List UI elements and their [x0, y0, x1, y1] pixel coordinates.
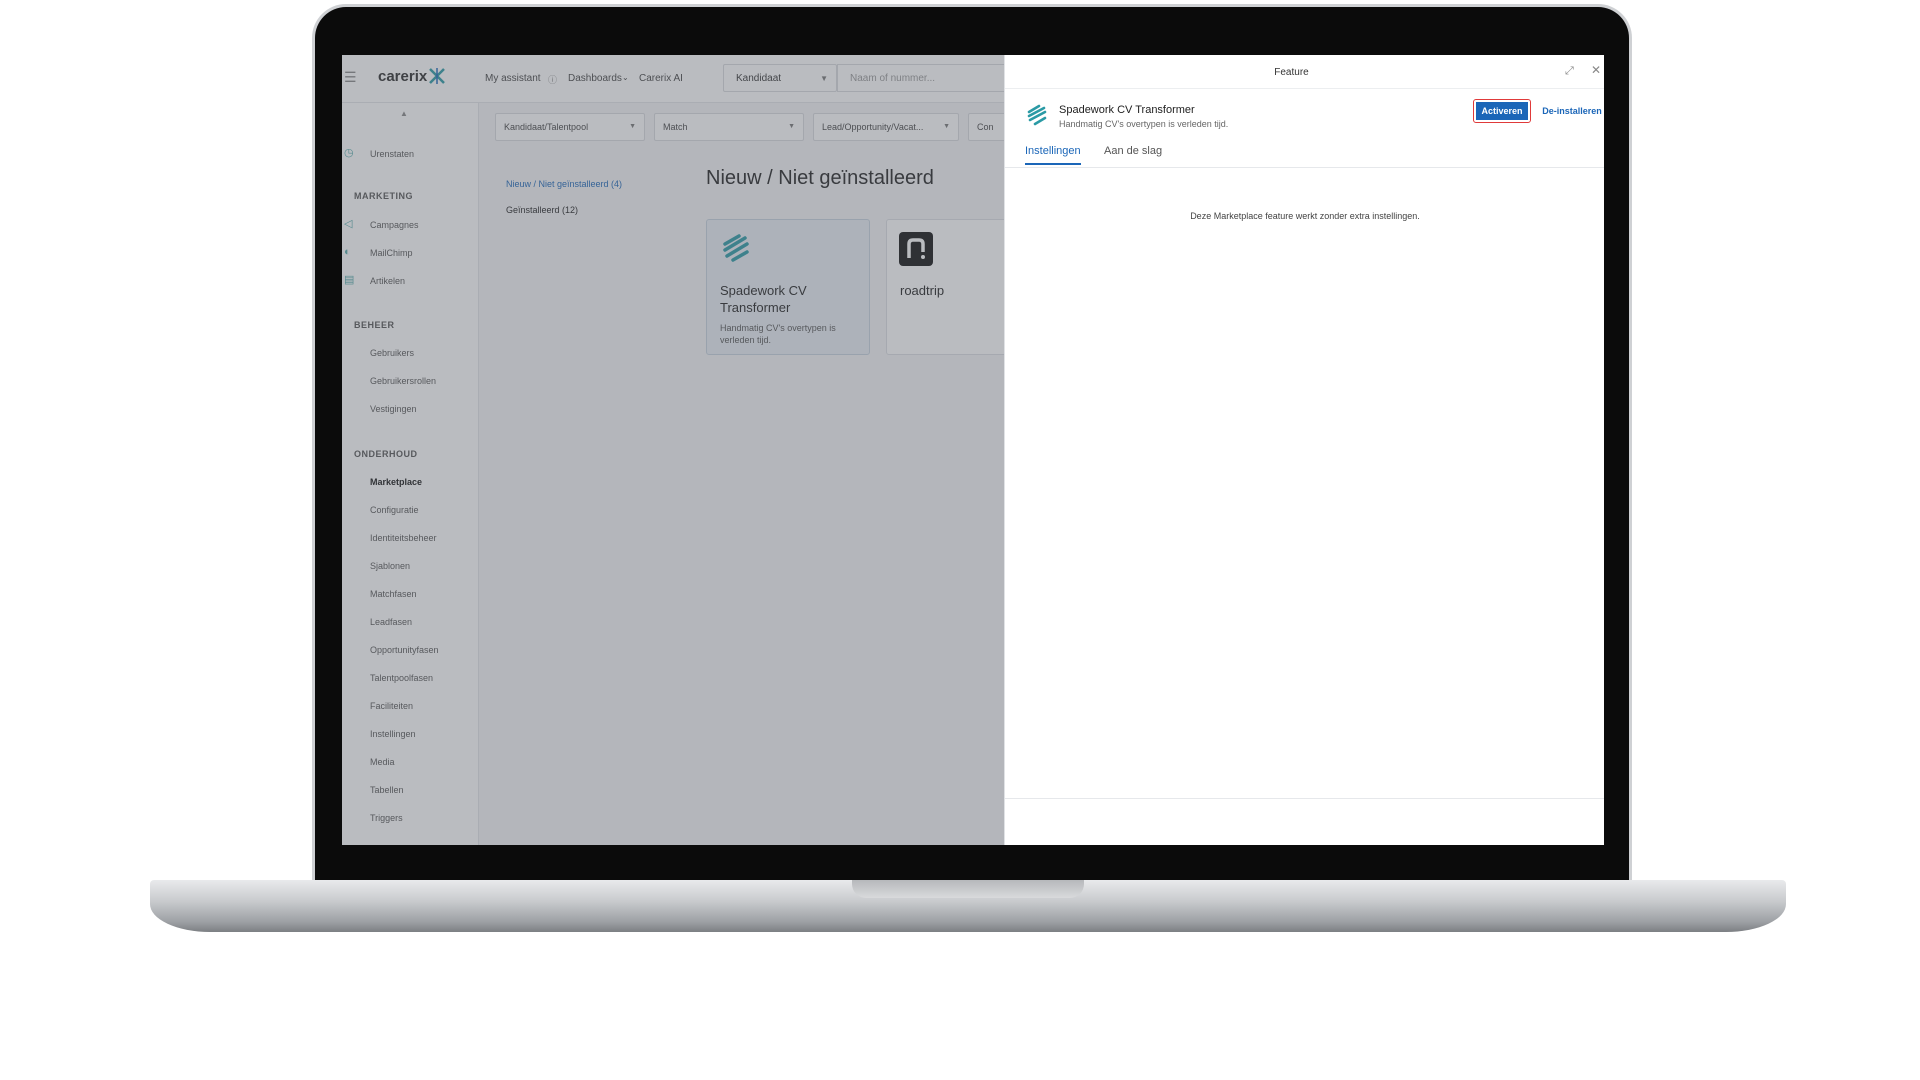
panel-footer-divider: [1005, 798, 1604, 799]
feature-panel: Feature ⤢ ✕ Spadework CV Transformer Han…: [1004, 55, 1604, 845]
activate-button[interactable]: Activeren: [1473, 99, 1531, 123]
laptop-notch: [852, 880, 1084, 898]
spadework-logo-icon: [1027, 104, 1047, 126]
settings-message: Deze Marketplace feature werkt zonder ex…: [1190, 211, 1420, 221]
tab-aan-de-slag[interactable]: Aan de slag: [1104, 145, 1162, 163]
panel-tabs: Instellingen Aan de slag: [1005, 141, 1604, 168]
modal-backdrop[interactable]: [342, 55, 1004, 845]
screen: ☰ carerix My assistant ⓘ Dashboards ⌄ Ca…: [342, 55, 1604, 845]
feature-name: Spadework CV Transformer: [1059, 104, 1195, 116]
feature-description: Handmatig CV's overtypen is verleden tij…: [1059, 119, 1229, 129]
panel-header: Feature ⤢ ✕: [1005, 55, 1604, 89]
expand-icon[interactable]: ⤢: [1565, 64, 1579, 78]
close-icon[interactable]: ✕: [1591, 63, 1604, 77]
panel-title: Feature: [1274, 67, 1309, 78]
deinstall-button[interactable]: De-installeren: [1537, 100, 1604, 122]
tab-instellingen[interactable]: Instellingen: [1025, 145, 1081, 165]
